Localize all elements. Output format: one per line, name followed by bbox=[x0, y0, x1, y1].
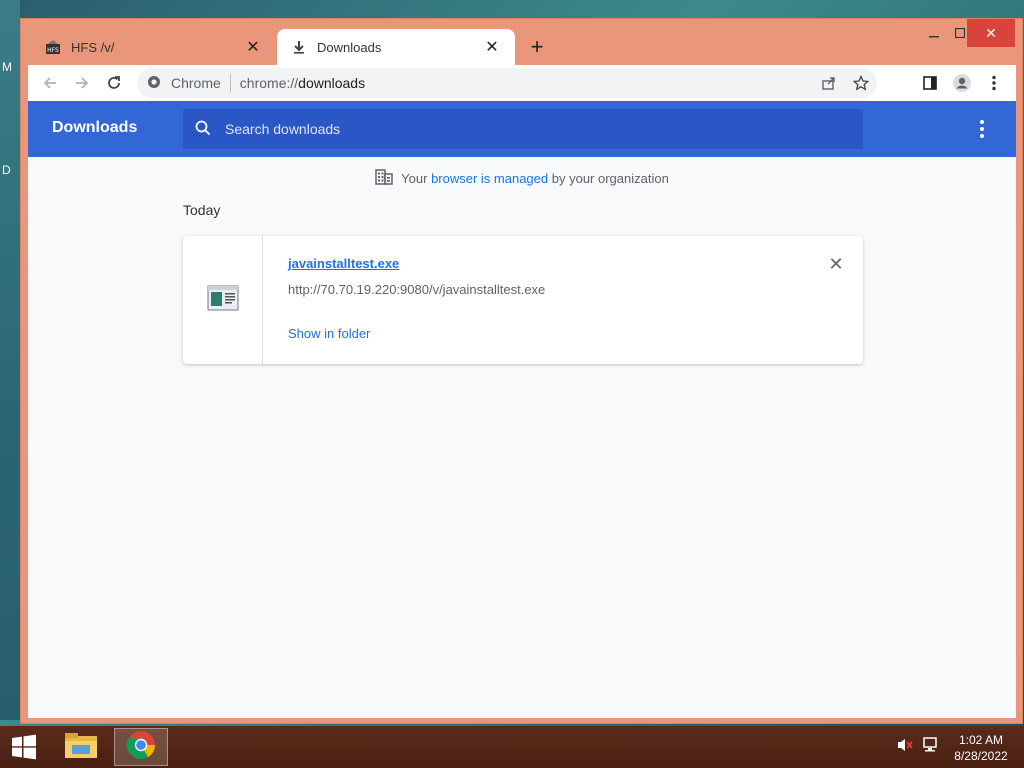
browser-window: HFS HFS /v/ ✕ Downloads ✕ + ✕ Chrome chr… bbox=[20, 18, 1023, 724]
address-bar[interactable]: Chrome chrome://downloads bbox=[137, 68, 877, 98]
hfs-icon: HFS bbox=[45, 39, 61, 55]
managed-link[interactable]: browser is managed bbox=[431, 171, 548, 186]
browser-toolbar: Chrome chrome://downloads bbox=[28, 65, 1016, 101]
chrome-menu-icon[interactable] bbox=[978, 67, 1010, 99]
taskbar: 1:02 AM 8/28/2022 bbox=[0, 726, 1024, 768]
bookmark-star-icon[interactable] bbox=[845, 67, 877, 99]
start-button[interactable] bbox=[0, 726, 48, 768]
share-icon[interactable] bbox=[813, 67, 845, 99]
close-tab-icon[interactable]: ✕ bbox=[483, 38, 501, 56]
back-icon[interactable] bbox=[34, 67, 66, 99]
system-tray bbox=[896, 726, 940, 768]
file-icon-column bbox=[183, 236, 263, 364]
clock-time: 1:02 AM bbox=[958, 733, 1004, 747]
downloads-header: Downloads bbox=[28, 101, 1016, 157]
new-tab-button[interactable]: + bbox=[526, 36, 548, 59]
search-input[interactable] bbox=[225, 121, 825, 137]
chrome-icon bbox=[126, 730, 156, 765]
url-text: chrome://downloads bbox=[239, 75, 366, 91]
tab-strip: HFS HFS /v/ ✕ Downloads ✕ + ✕ bbox=[21, 19, 1022, 65]
tab-downloads[interactable]: Downloads ✕ bbox=[277, 29, 515, 65]
chrome-taskbar-button[interactable] bbox=[114, 728, 168, 766]
remove-download-icon[interactable]: ✕ bbox=[826, 254, 846, 274]
tab-hfs[interactable]: HFS HFS /v/ ✕ bbox=[31, 29, 276, 65]
network-icon[interactable] bbox=[922, 736, 940, 758]
page-title: Downloads bbox=[52, 119, 138, 136]
download-item: javainstalltest.exe http://70.70.19.220:… bbox=[183, 236, 863, 364]
window-close-button[interactable]: ✕ bbox=[967, 19, 1015, 47]
managed-notice: Your browser is managed by your organiza… bbox=[28, 169, 1016, 188]
clock-date: 8/28/2022 bbox=[954, 749, 1008, 763]
reload-icon[interactable] bbox=[98, 67, 130, 99]
executable-file-icon bbox=[207, 285, 239, 316]
search-box[interactable] bbox=[183, 109, 863, 149]
download-filename-link[interactable]: javainstalltest.exe bbox=[288, 256, 399, 271]
omnibox-actions bbox=[813, 68, 877, 98]
desktop-background bbox=[0, 0, 20, 720]
site-label: Chrome bbox=[171, 75, 221, 91]
search-icon bbox=[195, 120, 211, 139]
folder-icon bbox=[64, 731, 98, 764]
forward-icon[interactable] bbox=[66, 67, 98, 99]
show-in-folder-link[interactable]: Show in folder bbox=[288, 326, 370, 341]
divider bbox=[229, 74, 231, 92]
tab-title: Downloads bbox=[317, 39, 382, 55]
date-group-heading: Today bbox=[183, 202, 221, 218]
profile-avatar-icon[interactable] bbox=[946, 67, 978, 99]
volume-muted-icon[interactable] bbox=[896, 737, 914, 758]
downloads-page: Downloads Your browser is managed by you… bbox=[28, 101, 1016, 718]
clock[interactable]: 1:02 AM 8/28/2022 bbox=[946, 732, 1016, 764]
desktop-label: D bbox=[2, 163, 11, 177]
desktop-label: M bbox=[2, 60, 12, 74]
side-panel-icon[interactable] bbox=[914, 67, 946, 99]
download-icon bbox=[291, 39, 307, 55]
more-actions-icon[interactable] bbox=[972, 117, 992, 141]
building-icon bbox=[375, 169, 393, 188]
file-explorer-taskbar-button[interactable] bbox=[54, 728, 108, 766]
download-source-url: http://70.70.19.220:9080/v/javainstallte… bbox=[288, 282, 546, 297]
svg-text:HFS: HFS bbox=[47, 47, 59, 54]
managed-text: Your browser is managed by your organiza… bbox=[401, 171, 669, 186]
site-info-icon[interactable] bbox=[147, 75, 161, 92]
close-tab-icon[interactable]: ✕ bbox=[244, 38, 262, 56]
tab-title: HFS /v/ bbox=[71, 39, 115, 55]
